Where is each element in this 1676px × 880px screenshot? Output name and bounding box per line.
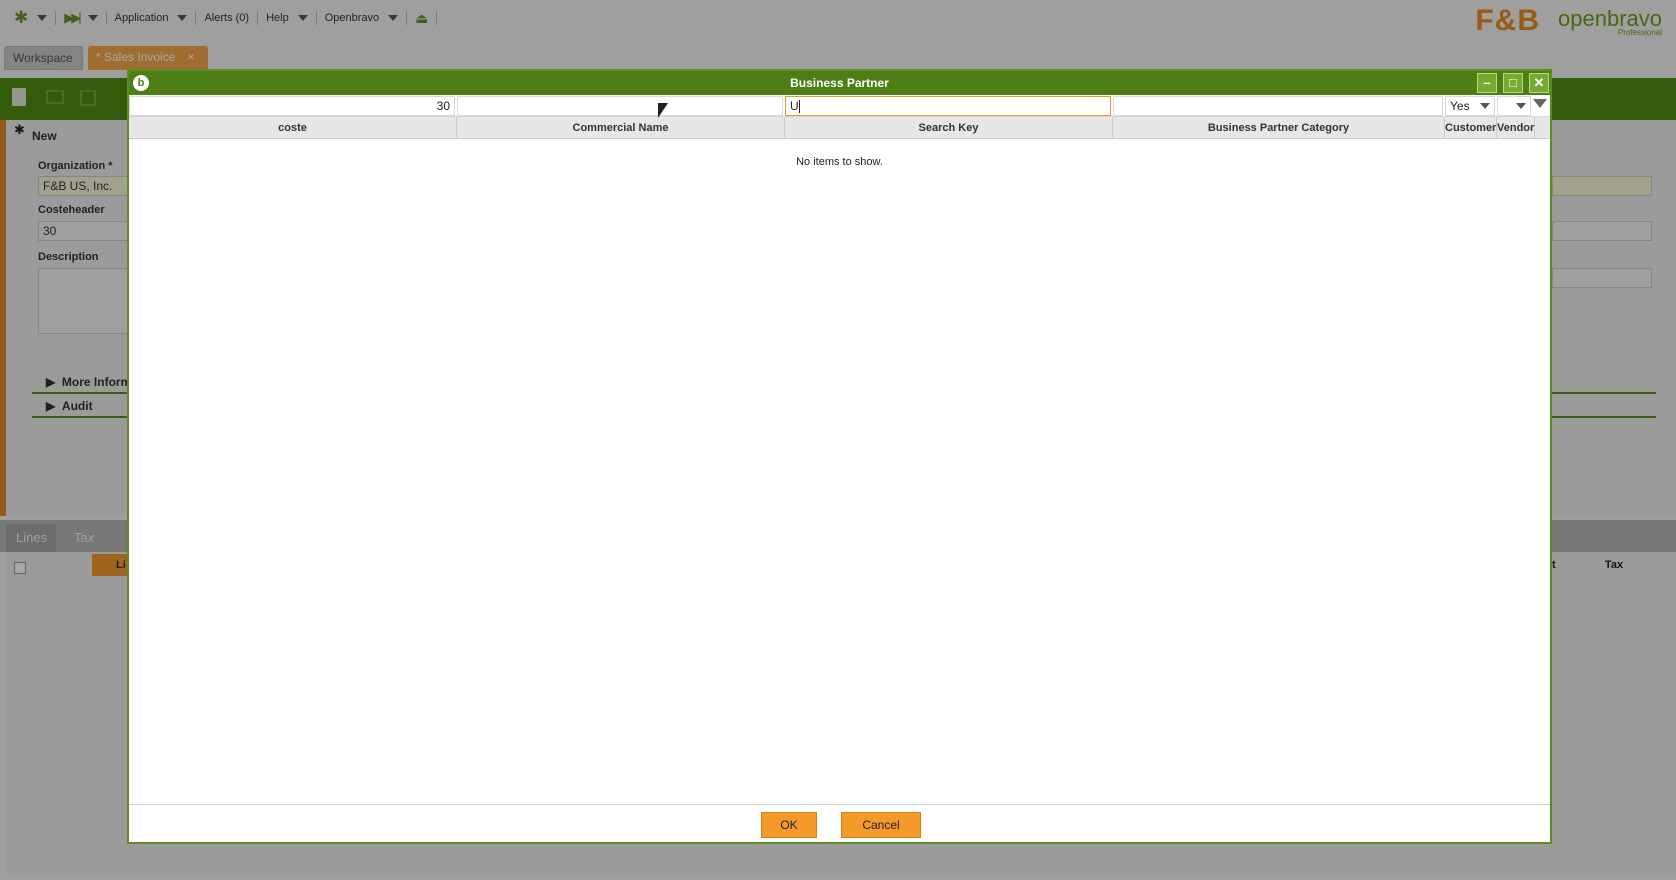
mouse-cursor-icon <box>658 103 668 118</box>
filter-category[interactable] <box>1113 96 1443 116</box>
filter-coste[interactable]: 30 <box>129 96 455 116</box>
column-header-commercial-name[interactable]: Commercial Name <box>457 117 785 139</box>
filter-customer[interactable]: Yes <box>1445 96 1495 116</box>
cancel-button[interactable]: Cancel <box>841 812 921 838</box>
openbravo-icon: b <box>133 75 149 91</box>
dialog-title: Business Partner <box>790 76 889 90</box>
minimize-icon[interactable]: – <box>1477 73 1497 93</box>
empty-message: No items to show. <box>796 156 883 168</box>
chevron-down-icon <box>1480 103 1490 109</box>
filter-row: 30 U Yes <box>129 95 1550 117</box>
column-header-category[interactable]: Business Partner Category <box>1113 117 1445 139</box>
business-partner-dialog: b Business Partner – □ ✕ 30 U Yes coste … <box>127 69 1552 844</box>
customer-filter-value: Yes <box>1450 99 1470 113</box>
dialog-footer: OK Cancel <box>129 804 1550 842</box>
search-key-value: U <box>790 99 799 113</box>
grid-header: coste Commercial Name Search Key Busines… <box>129 117 1550 139</box>
filter-search-key[interactable]: U <box>785 96 1111 116</box>
funnel-icon[interactable] <box>1533 99 1547 108</box>
column-header-customer[interactable]: Customer <box>1445 117 1497 139</box>
chevron-down-icon <box>1516 103 1526 109</box>
filter-vendor[interactable] <box>1497 96 1531 116</box>
text-caret <box>798 100 800 114</box>
ok-button[interactable]: OK <box>761 812 817 838</box>
column-header-search-key[interactable]: Search Key <box>785 117 1113 139</box>
column-header-vendor[interactable]: Vendor <box>1497 117 1535 139</box>
close-icon[interactable]: ✕ <box>1529 73 1549 93</box>
column-header-coste[interactable]: coste <box>129 117 457 139</box>
dialog-header: b Business Partner – □ ✕ <box>129 71 1550 95</box>
maximize-icon[interactable]: □ <box>1503 73 1523 93</box>
filter-commercial-name[interactable] <box>457 96 783 116</box>
